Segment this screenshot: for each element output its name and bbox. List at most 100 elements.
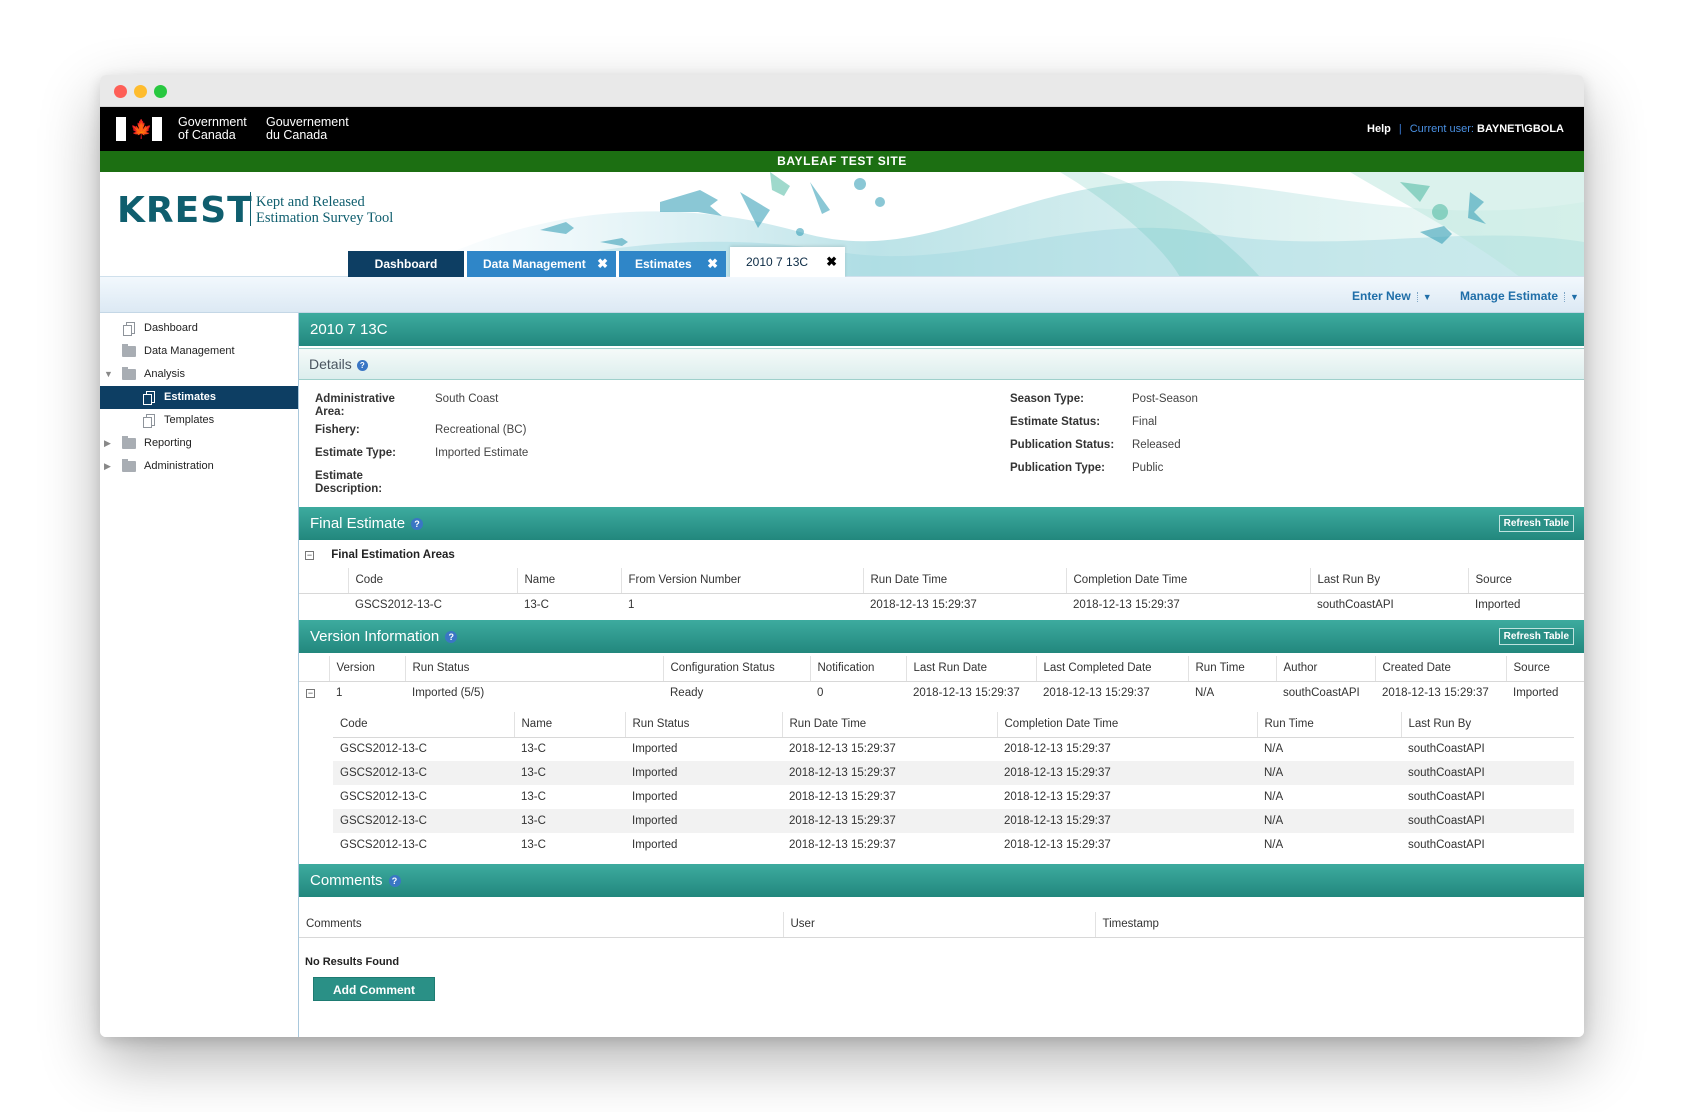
field-value: Public [1132, 462, 1164, 474]
table-row[interactable]: GSCS2012-13-C 13-C Imported 2018-12-13 1… [333, 809, 1574, 833]
field-value: Final [1132, 416, 1157, 428]
sidebar-nav: Dashboard Data Management ▼ Analysis Est… [100, 313, 299, 1037]
estimate-title: 2010 7 13C [310, 321, 388, 338]
manage-estimate-menu[interactable]: Manage Estimate ▼ [1460, 289, 1579, 303]
sidebar-item-analysis[interactable]: ▼ Analysis [100, 363, 298, 386]
column-header[interactable]: Configuration Status [662, 656, 810, 682]
table-row[interactable]: − 1 Imported (5/5) Ready 0 2018-12-13 15… [299, 681, 1584, 705]
cell-run-time: N/A [1264, 839, 1284, 851]
empty-state-text: No Results Found [305, 956, 400, 968]
field-label: Administrative Area: [315, 393, 395, 418]
table-row[interactable]: GSCS2012-13-C 13-C Imported 2018-12-13 1… [333, 761, 1574, 785]
chevron-down-icon[interactable]: ▼ [1416, 292, 1432, 302]
cell-run-date: 2018-12-13 15:29:37 [789, 839, 896, 851]
enter-new-menu[interactable]: Enter New ▼ [1352, 289, 1432, 303]
cell-completion-date: 2018-12-13 15:29:37 [997, 809, 1257, 833]
column-header[interactable]: Last Completed Date [1035, 656, 1188, 682]
tab-estimate-2010-7-13c[interactable]: 2010 7 13C ✖ [730, 247, 845, 279]
help-link[interactable]: Help [1367, 123, 1391, 135]
column-header[interactable]: Completion Date Time [996, 712, 1257, 738]
government-name-fr: Gouvernement du Canada [266, 115, 349, 142]
column-header[interactable]: Run Date Time [862, 568, 1066, 594]
row-expander[interactable]: − [299, 681, 329, 705]
collapsed-arrow-icon[interactable]: ▶ [104, 455, 111, 478]
document-icon [143, 414, 155, 428]
tab-dashboard[interactable]: Dashboard [348, 251, 464, 277]
manage-estimate-label: Manage Estimate [1460, 289, 1559, 303]
column-header-spacer [299, 568, 348, 594]
column-header[interactable]: Created Date [1374, 656, 1506, 682]
folder-open-icon [122, 367, 136, 380]
table-row[interactable]: GSCS2012-13-C 13-C Imported 2018-12-13 1… [333, 737, 1574, 761]
table-row[interactable]: GSCS2012-13-C 13-C Imported 2018-12-13 1… [333, 833, 1574, 857]
cell-code: GSCS2012-13-C [340, 839, 427, 851]
final-estimation-areas-group[interactable]: − Final Estimation Areas [305, 549, 455, 561]
chevron-down-icon[interactable]: ▼ [1564, 292, 1579, 302]
field-value: South Coast [435, 393, 499, 405]
collapse-icon[interactable]: − [306, 689, 315, 699]
help-icon[interactable]: ? [356, 360, 368, 371]
column-header[interactable]: Source [1467, 568, 1584, 594]
cell-notification: 0 [817, 687, 824, 700]
column-header[interactable]: Code [347, 568, 517, 594]
minimize-window-button[interactable] [134, 85, 147, 98]
close-icon[interactable]: ✖ [597, 251, 608, 277]
column-header[interactable]: Timestamp [1094, 912, 1584, 938]
details-header: Details? [299, 348, 1584, 380]
column-header[interactable]: Notification [809, 656, 906, 682]
column-header[interactable]: Last Run Date [905, 656, 1036, 682]
help-icon[interactable]: ? [411, 518, 424, 530]
cell-completion-date: 2018-12-13 15:29:37 [1073, 599, 1180, 612]
column-header[interactable]: Source [1505, 656, 1584, 682]
close-window-button[interactable] [114, 85, 127, 98]
cell-run-status: Imported [632, 839, 678, 851]
column-header[interactable]: Completion Date Time [1065, 568, 1310, 594]
zoom-window-button[interactable] [154, 85, 167, 98]
column-header[interactable]: Name [513, 712, 625, 738]
tab-estimates[interactable]: Estimates ✖ [616, 251, 726, 277]
help-icon[interactable]: ? [445, 631, 458, 643]
column-header[interactable]: Version [328, 656, 405, 682]
column-header[interactable]: Run Status [404, 656, 663, 682]
field-label: Estimate Type: [315, 447, 396, 459]
column-header[interactable]: User [782, 912, 1095, 938]
add-comment-button[interactable]: Add Comment [313, 977, 435, 1001]
close-icon[interactable]: ✖ [826, 247, 837, 277]
refresh-table-button[interactable]: Refresh Table [1498, 515, 1574, 532]
tab-data-management[interactable]: Data Management ✖ [464, 251, 616, 277]
details-label: Details [309, 356, 352, 372]
column-header[interactable]: Last Run By [1400, 712, 1574, 738]
table-row[interactable]: GSCS2012-13-C 13-C 1 2018-12-13 15:29:37… [299, 593, 1584, 617]
collapsed-arrow-icon[interactable]: ▶ [104, 432, 111, 455]
current-user-name: BAYNET\GBOLA [1477, 123, 1564, 135]
column-header[interactable]: Run Time [1256, 712, 1401, 738]
sidebar-item-dashboard[interactable]: Dashboard [100, 317, 298, 340]
sidebar-item-templates[interactable]: Templates [100, 409, 298, 432]
sidebar-item-data-management[interactable]: Data Management [100, 340, 298, 363]
column-header[interactable]: Run Status [624, 712, 782, 738]
refresh-table-button[interactable]: Refresh Table [1498, 628, 1574, 645]
field-label: Estimate Description: [315, 470, 383, 495]
table-header-row: Version Run Status Configuration Status … [299, 656, 1584, 682]
expanded-arrow-icon[interactable]: ▼ [104, 363, 113, 386]
cell-completion-date: 2018-12-13 15:29:37 [1004, 791, 1111, 803]
field-value: Released [1132, 439, 1181, 451]
sidebar-item-administration[interactable]: ▶ Administration [100, 455, 298, 478]
column-header[interactable]: Run Time [1187, 656, 1276, 682]
column-header[interactable]: Comments [299, 912, 783, 938]
column-header[interactable]: Code [333, 712, 514, 738]
sidebar-item-estimates[interactable]: Estimates [100, 386, 298, 409]
help-icon[interactable]: ? [388, 875, 401, 887]
table-row[interactable]: GSCS2012-13-C 13-C Imported 2018-12-13 1… [333, 785, 1574, 809]
column-header[interactable]: Name [516, 568, 621, 594]
sidebar-item-label: Administration [144, 460, 214, 472]
column-header[interactable]: Author [1275, 656, 1375, 682]
field-publication-type: Publication Type: Public [1010, 462, 1360, 478]
collapse-icon[interactable]: − [305, 551, 314, 560]
cell-run-status: Imported (5/5) [412, 687, 485, 700]
close-icon[interactable]: ✖ [707, 251, 718, 277]
column-header[interactable]: From Version Number [620, 568, 863, 594]
sidebar-item-reporting[interactable]: ▶ Reporting [100, 432, 298, 455]
column-header[interactable]: Last Run By [1309, 568, 1468, 594]
column-header[interactable]: Run Date Time [781, 712, 997, 738]
